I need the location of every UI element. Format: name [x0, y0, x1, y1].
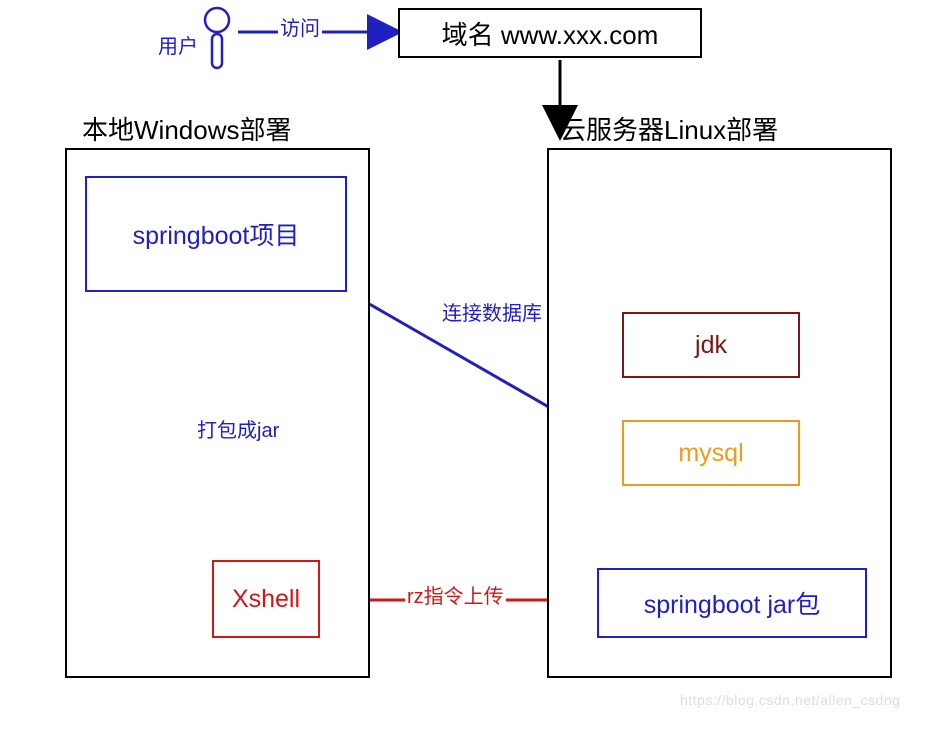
cloud-title: 云服务器Linux部署	[560, 110, 778, 147]
xshell-box: Xshell	[212, 560, 320, 638]
edge-visit-label: 访问	[278, 12, 322, 41]
mysql-text: mysql	[678, 439, 743, 468]
edge-package-label: 打包成jar	[195, 414, 281, 443]
springboot-jar-text: springboot jar包	[644, 585, 820, 621]
domain-box: 域名 www.xxx.com	[398, 8, 702, 58]
user-label: 用户	[158, 30, 198, 59]
local-title: 本地Windows部署	[82, 110, 291, 147]
jdk-box: jdk	[622, 312, 800, 378]
mysql-box: mysql	[622, 420, 800, 486]
xshell-text: Xshell	[232, 585, 300, 614]
user-icon	[200, 6, 234, 72]
springboot-project-text: springboot项目	[133, 216, 300, 252]
jdk-text: jdk	[695, 331, 727, 360]
domain-text: 域名 www.xxx.com	[442, 15, 659, 52]
watermark: https://blog.csdn.net/allen_csdng	[680, 692, 900, 708]
edge-db-label: 连接数据库	[440, 297, 544, 326]
springboot-project-box: springboot项目	[85, 176, 347, 292]
edge-upload-label: rz指令上传	[405, 580, 506, 609]
springboot-jar-box: springboot jar包	[597, 568, 867, 638]
